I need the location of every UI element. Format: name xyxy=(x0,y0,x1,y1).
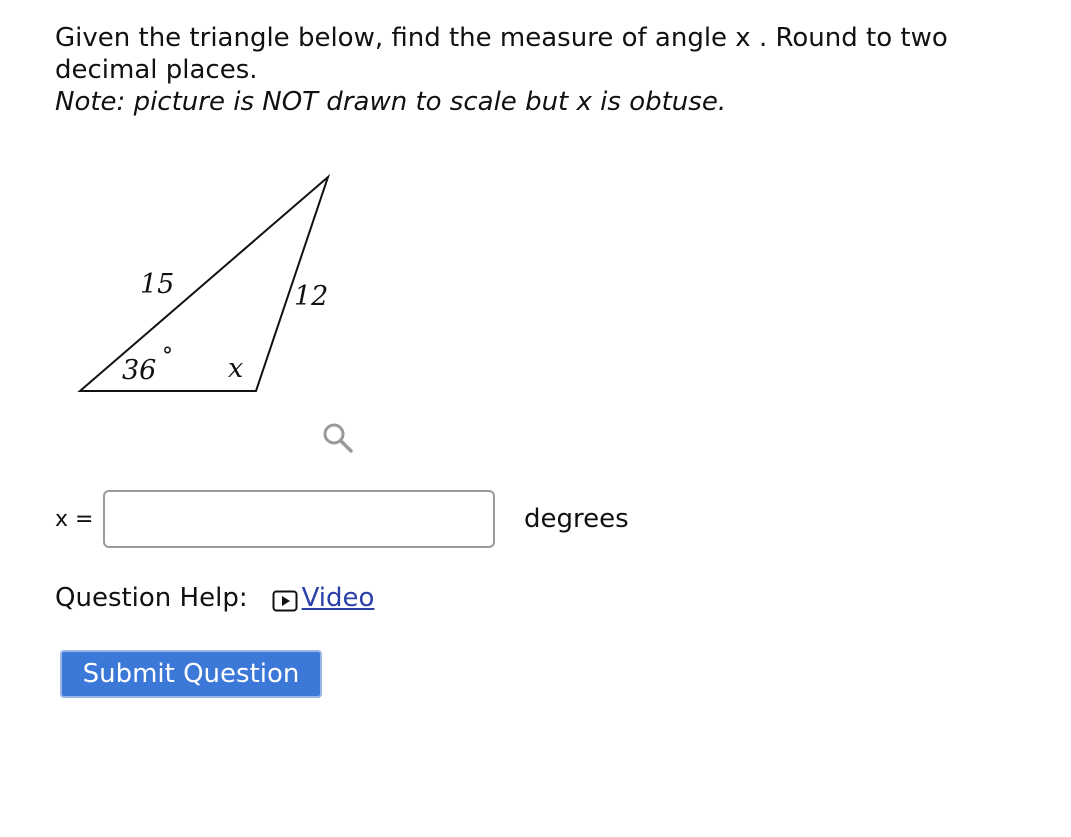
question-line-1: Given the triangle below, find the measu… xyxy=(55,23,948,53)
answer-row: x = degrees xyxy=(55,490,755,552)
answer-label: x = xyxy=(55,507,94,532)
question-text: Given the triangle below, find the measu… xyxy=(55,22,1015,118)
angle-label-left: 36 xyxy=(122,355,156,386)
question-help: Question Help: Video xyxy=(55,580,374,616)
submit-question-button[interactable]: Submit Question xyxy=(60,650,322,698)
triangle-shape xyxy=(77,173,331,392)
play-box-icon xyxy=(272,587,298,612)
angle-degree-symbol: ° xyxy=(162,344,173,369)
triangle-diagram: 15 12 36 ° x xyxy=(77,173,331,392)
question-line-2: decimal places. xyxy=(55,55,258,85)
video-link-label[interactable]: Video xyxy=(302,581,375,615)
question-note: Note: picture is NOT drawn to scale but … xyxy=(55,87,727,117)
triangle-figure: 15 12 36 ° x xyxy=(70,165,370,405)
side-label-left: 15 xyxy=(140,269,174,300)
magnifier-icon[interactable] xyxy=(320,420,356,456)
answer-input[interactable] xyxy=(103,490,495,548)
side-label-right: 12 xyxy=(294,281,328,312)
answer-unit: degrees xyxy=(524,504,629,534)
angle-label-unknown: x xyxy=(228,353,243,384)
question-help-label: Question Help: xyxy=(55,583,248,613)
video-link[interactable]: Video xyxy=(272,581,375,615)
